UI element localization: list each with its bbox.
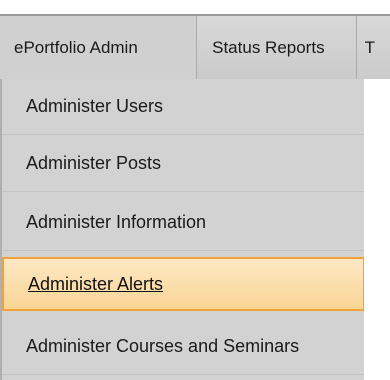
menu-tab-partial[interactable]: T <box>357 16 390 79</box>
menu-item-administer-alerts[interactable]: Administer Alerts <box>2 257 365 311</box>
menu-item-label: Administer Alerts <box>28 273 164 294</box>
menu-item-label: Administer Information <box>26 212 207 232</box>
menu-item-label: Administer Courses and Seminars <box>26 336 300 356</box>
menu-item-label: Administer Users <box>26 96 164 116</box>
top-strip <box>0 0 390 14</box>
menu-tab-status-reports[interactable]: Status Reports <box>197 16 357 79</box>
menu-item-administer-information[interactable]: Administer Information <box>2 195 365 251</box>
menu-item-administer-users[interactable]: Administer Users <box>2 79 365 135</box>
menu-tab-eportfolio-admin[interactable]: ePortfolio Admin <box>0 16 198 79</box>
menu-tab-label: Status Reports <box>212 37 325 57</box>
menu-tab-label: T <box>364 37 375 57</box>
menu-item-label: Administer Posts <box>26 153 162 173</box>
menu-item-administer-posts[interactable]: Administer Posts <box>2 136 365 192</box>
admin-dropdown-menu: Administer Users Administer Posts Admini… <box>0 79 390 380</box>
app-frame: ePortfolio Admin Status Reports T Admini… <box>0 0 390 380</box>
menubar: ePortfolio Admin Status Reports T <box>0 14 390 79</box>
menu-tab-label: ePortfolio Admin <box>14 37 138 57</box>
page-background <box>364 79 390 380</box>
menu-item-administer-courses-and-seminars[interactable]: Administer Courses and Seminars <box>2 319 365 375</box>
